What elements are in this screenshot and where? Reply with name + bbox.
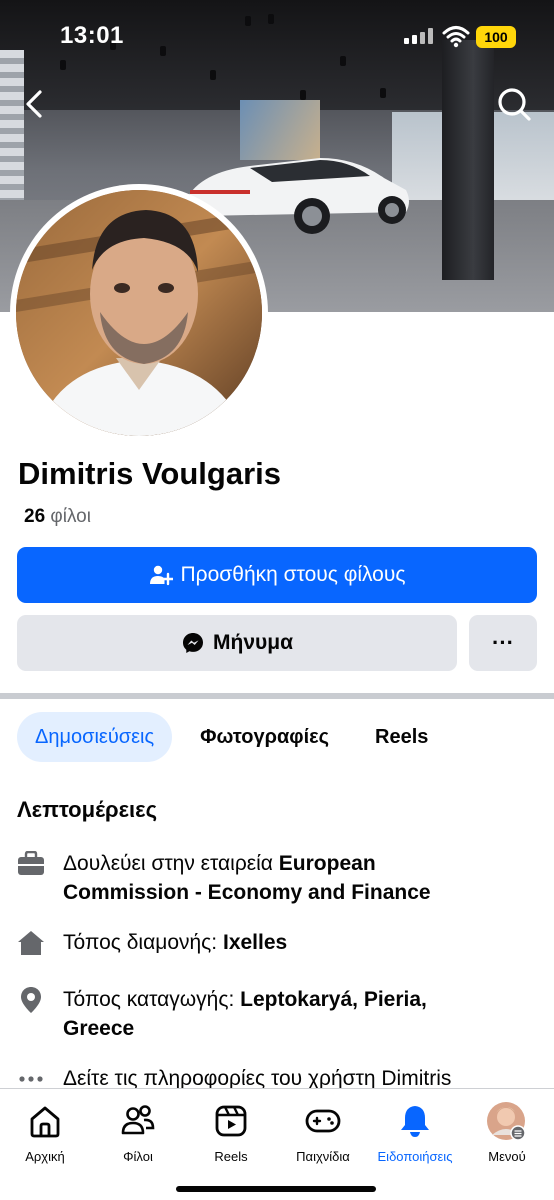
friends-count[interactable]: 26 φίλοι (24, 506, 91, 528)
detail-from: Τόπος καταγωγής: Leptokaryá, Pieria, Gre… (17, 985, 537, 1043)
nav-gaming-label: Παιχνίδια (296, 1149, 350, 1164)
status-time: 13:01 (60, 22, 124, 49)
more-options-button[interactable]: ··· (469, 615, 537, 671)
detail-work-company[interactable]: European (279, 852, 376, 875)
detail-work-company-cont[interactable]: Commission - Economy and Finance (63, 881, 431, 904)
details-heading: Λεπτομέρειες (17, 797, 158, 822)
add-friend-button[interactable]: Προσθήκη στους φίλους (17, 547, 537, 603)
home-icon (30, 1106, 60, 1138)
profile-avatar[interactable] (16, 190, 262, 436)
bottom-navigation: Αρχική Φίλοι Reels Παιχνίδια Ειδοποιήσει… (0, 1088, 554, 1200)
nav-menu[interactable]: Μενού (462, 1101, 552, 1171)
detail-lives-value[interactable]: Ixelles (223, 931, 287, 954)
detail-work: Δουλεύει στην εταιρεία European Commissi… (17, 849, 537, 907)
friends-count-number: 26 (24, 506, 46, 527)
nav-gaming[interactable]: Παιχνίδια (278, 1101, 368, 1171)
nav-reels-label: Reels (214, 1149, 248, 1164)
search-button[interactable] (494, 84, 534, 124)
cellular-signal-icon (404, 28, 433, 44)
nav-friends-label: Φίλοι (123, 1149, 153, 1164)
location-pin-icon (21, 986, 41, 1013)
detail-work-prefix: Δουλεύει στην εταιρεία (63, 852, 279, 875)
detail-from-value[interactable]: Leptokaryá, Pieria, (240, 988, 427, 1011)
profile-name: Dimitris Voulgaris (18, 456, 281, 491)
reels-icon (215, 1105, 247, 1137)
nav-home[interactable]: Αρχική (0, 1101, 90, 1171)
tab-photos[interactable]: Φωτογραφίες (182, 712, 347, 762)
detail-lives-prefix: Τόπος διαμονής: (63, 931, 223, 954)
detail-from-prefix: Τόπος καταγωγής: (63, 988, 241, 1011)
section-divider (0, 693, 554, 699)
bell-icon (401, 1106, 429, 1137)
more-dots-icon (19, 1075, 43, 1082)
messenger-icon (183, 633, 203, 653)
briefcase-icon (18, 850, 44, 875)
nav-home-label: Αρχική (25, 1149, 65, 1164)
chevron-left-icon (26, 90, 42, 118)
nav-notifications-label: Ειδοποιήσεις (377, 1149, 453, 1164)
battery-indicator: 100 (476, 26, 516, 48)
nav-menu-label: Μενού (488, 1149, 526, 1164)
back-button[interactable] (18, 86, 52, 122)
profile-tabs: Δημοσιεύσεις Φωτογραφίες Reels (17, 712, 446, 762)
detail-from-value-cont[interactable]: Greece (63, 1017, 134, 1040)
friends-icon (121, 1105, 155, 1135)
friends-count-label: φίλοι (50, 506, 91, 527)
add-friend-label: Προσθήκη στους φίλους (180, 563, 406, 586)
nav-notifications[interactable]: Ειδοποιήσεις (370, 1101, 460, 1171)
home-detail-icon (18, 930, 44, 955)
more-options-icon: ··· (492, 630, 514, 655)
message-button[interactable]: Μήνυμα (17, 615, 457, 671)
nav-reels[interactable]: Reels (186, 1101, 276, 1171)
gaming-icon (305, 1109, 341, 1133)
wifi-icon (442, 26, 470, 48)
status-bar: 13:01 100 (0, 0, 554, 74)
message-label: Μήνυμα (213, 631, 293, 654)
tab-posts[interactable]: Δημοσιεύσεις (17, 712, 173, 762)
detail-lives: Τόπος διαμονής: Ixelles (17, 928, 537, 957)
nav-friends[interactable]: Φίλοι (93, 1101, 183, 1171)
add-friend-icon (149, 565, 173, 586)
menu-avatar-icon (487, 1102, 526, 1141)
tab-reels[interactable]: Reels (357, 712, 446, 762)
home-indicator (176, 1186, 376, 1192)
search-icon (498, 88, 531, 121)
